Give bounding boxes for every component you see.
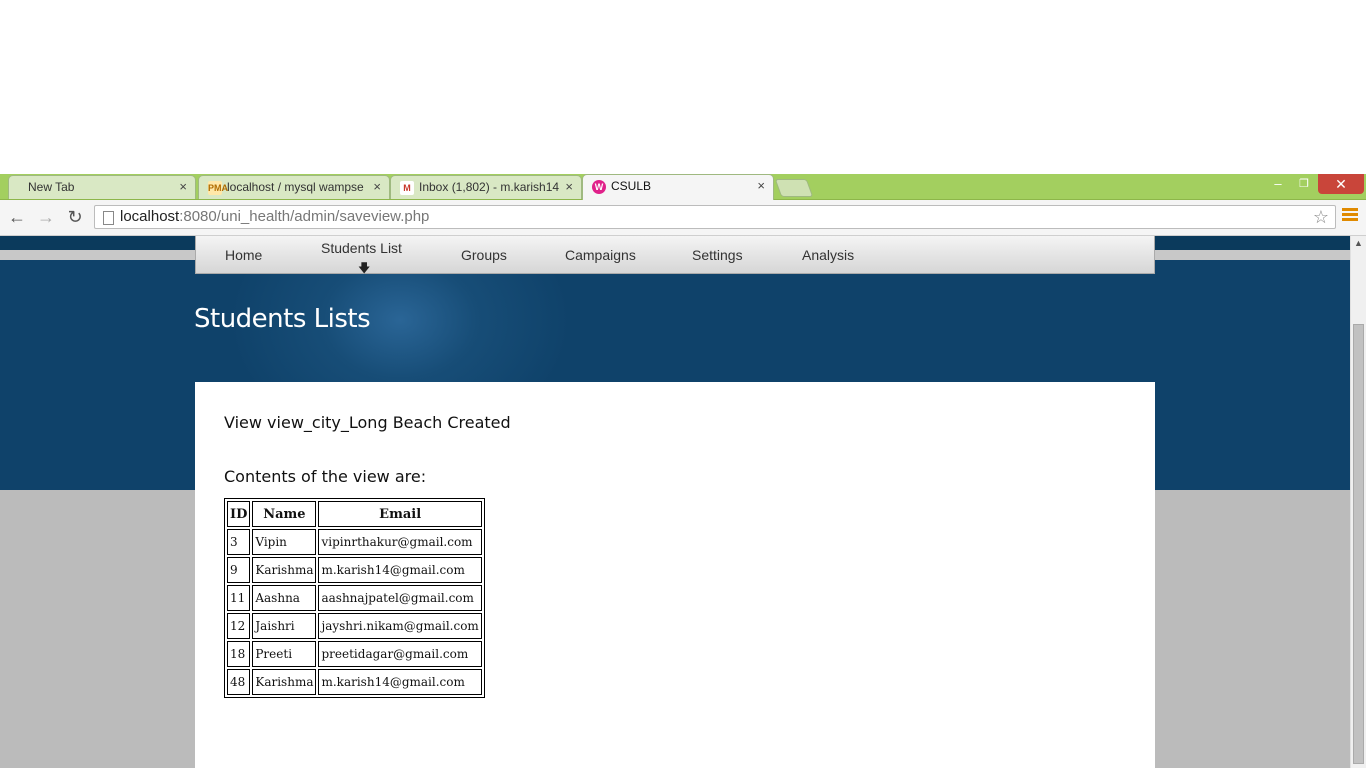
window-close-icon[interactable]: ✕ [1318,174,1364,194]
contents-label: Contents of the view are: [224,467,427,486]
cell-id: 48 [227,669,251,695]
table-row: 12 Jaishri jayshri.nikam@gmail.com [227,613,482,639]
phpmyadmin-favicon-icon: PMA [208,181,228,195]
view-table: ID Name Email 3 Vipin vipinrthakur@gmail… [224,498,485,698]
status-message: View view_city_Long Beach Created [224,413,511,432]
nav-campaigns[interactable]: Campaigns [565,236,636,274]
cell-email: aashnajpatel@gmail.com [318,585,482,611]
table-row: 11 Aashna aashnajpatel@gmail.com [227,585,482,611]
cell-name: Karishma [252,557,317,583]
table-row: 9 Karishma m.karish14@gmail.com [227,557,482,583]
cell-name: Vipin [252,529,317,555]
tab-close-icon[interactable]: × [757,175,765,197]
tab-close-icon[interactable]: × [373,176,381,198]
tab-close-icon[interactable]: × [565,176,573,198]
cell-email: preetidagar@gmail.com [318,641,482,667]
nav-analysis[interactable]: Analysis [802,236,854,274]
column-header-email: Email [318,501,482,527]
tab-strip: New Tab × PMA localhost / mysql wampse ×… [0,174,1366,200]
url-host: localhost [120,208,180,225]
table-row: 3 Vipin vipinrthakur@gmail.com [227,529,482,555]
tab-label: CSULB [611,179,652,193]
nav-home[interactable]: Home [225,236,262,274]
page-viewport: Home Students List 🡇 Groups Campaigns Se… [0,236,1350,768]
vertical-scrollbar[interactable]: ▲ [1350,236,1366,768]
tab-csulb[interactable]: W CSULB × [582,174,774,200]
tab-phpmyadmin[interactable]: PMA localhost / mysql wampse × [198,175,390,199]
cell-id: 11 [227,585,251,611]
restore-icon[interactable]: ❐ [1291,174,1317,194]
browser-menu-icon[interactable] [1342,208,1358,224]
cell-name: Preeti [252,641,317,667]
back-arrow-icon[interactable]: ← [6,206,28,228]
tab-label: Inbox (1,802) - m.karish14 [419,180,559,194]
csulb-favicon-icon: W [592,180,606,194]
cell-email: m.karish14@gmail.com [318,557,482,583]
bookmark-star-icon[interactable]: ☆ [1313,206,1329,228]
scrollbar-thumb[interactable] [1353,324,1364,764]
minimize-icon[interactable]: – [1265,174,1291,194]
gmail-favicon-icon: M [400,181,414,195]
cell-name: Jaishri [252,613,317,639]
content-panel: View view_city_Long Beach Created Conten… [195,382,1155,768]
tab-new-tab[interactable]: New Tab × [8,175,196,199]
address-bar[interactable]: localhost:8080/uni_health/admin/saveview… [94,205,1336,229]
nav-groups[interactable]: Groups [461,236,507,274]
active-arrow-icon: 🡇 [358,261,371,275]
page-icon [103,211,114,225]
column-header-id: ID [227,501,251,527]
main-nav: Home Students List 🡇 Groups Campaigns Se… [195,236,1155,275]
address-url: localhost:8080/uni_health/admin/saveview… [120,206,429,228]
new-tab-button[interactable] [774,179,814,197]
scroll-up-arrow-icon[interactable]: ▲ [1354,238,1363,248]
cell-email: m.karish14@gmail.com [318,669,482,695]
cell-email: vipinrthakur@gmail.com [318,529,482,555]
forward-arrow-icon[interactable]: → [35,206,57,228]
cell-name: Karishma [252,669,317,695]
tab-label: localhost / mysql wampse [227,180,364,194]
cell-id: 9 [227,557,251,583]
column-header-name: Name [252,501,317,527]
table-header-row: ID Name Email [227,501,482,527]
url-path: :8080/uni_health/admin/saveview.php [179,208,430,225]
page-title: Students Lists [194,304,371,334]
table-row: 18 Preeti preetidagar@gmail.com [227,641,482,667]
cell-id: 18 [227,641,251,667]
cell-id: 12 [227,613,251,639]
reload-icon[interactable]: ↻ [64,206,86,228]
cell-id: 3 [227,529,251,555]
cell-name: Aashna [252,585,317,611]
tab-label: New Tab [28,180,75,194]
nav-settings[interactable]: Settings [692,236,743,274]
cell-email: jayshri.nikam@gmail.com [318,613,482,639]
table-row: 48 Karishma m.karish14@gmail.com [227,669,482,695]
tab-close-icon[interactable]: × [179,176,187,198]
tab-gmail-inbox[interactable]: M Inbox (1,802) - m.karish14 × [390,175,582,199]
browser-toolbar: ← → ↻ localhost:8080/uni_health/admin/sa… [0,200,1366,236]
